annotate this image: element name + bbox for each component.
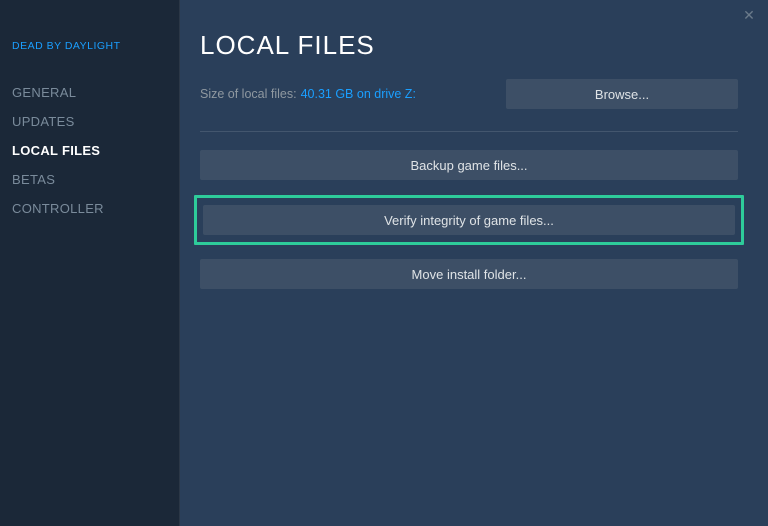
- browse-button[interactable]: Browse...: [506, 79, 738, 109]
- nav-item-controller[interactable]: CONTROLLER: [12, 194, 168, 223]
- size-value: 40.31 GB on drive Z:: [301, 87, 416, 101]
- main-panel: ✕ LOCAL FILES Size of local files: 40.31…: [180, 0, 768, 526]
- move-button[interactable]: Move install folder...: [200, 259, 738, 289]
- close-icon: ✕: [743, 7, 755, 24]
- close-button[interactable]: ✕: [740, 6, 758, 24]
- nav-item-betas[interactable]: BETAS: [12, 165, 168, 194]
- backup-row: Backup game files...: [200, 150, 738, 180]
- divider: [200, 131, 738, 132]
- nav-item-updates[interactable]: UPDATES: [12, 107, 168, 136]
- move-row: Move install folder...: [200, 259, 738, 289]
- verify-highlight: Verify integrity of game files...: [194, 195, 744, 245]
- game-title: DEAD BY DAYLIGHT: [12, 40, 168, 52]
- nav-list: GENERAL UPDATES LOCAL FILES BETAS CONTRO…: [12, 78, 168, 223]
- size-row: Size of local files: 40.31 GB on drive Z…: [200, 79, 738, 109]
- sidebar: DEAD BY DAYLIGHT GENERAL UPDATES LOCAL F…: [0, 0, 180, 526]
- backup-button[interactable]: Backup game files...: [200, 150, 738, 180]
- nav-item-general[interactable]: GENERAL: [12, 78, 168, 107]
- nav-item-local-files[interactable]: LOCAL FILES: [12, 136, 168, 165]
- page-title: LOCAL FILES: [200, 30, 738, 61]
- size-label: Size of local files:: [200, 87, 297, 101]
- verify-button[interactable]: Verify integrity of game files...: [203, 205, 735, 235]
